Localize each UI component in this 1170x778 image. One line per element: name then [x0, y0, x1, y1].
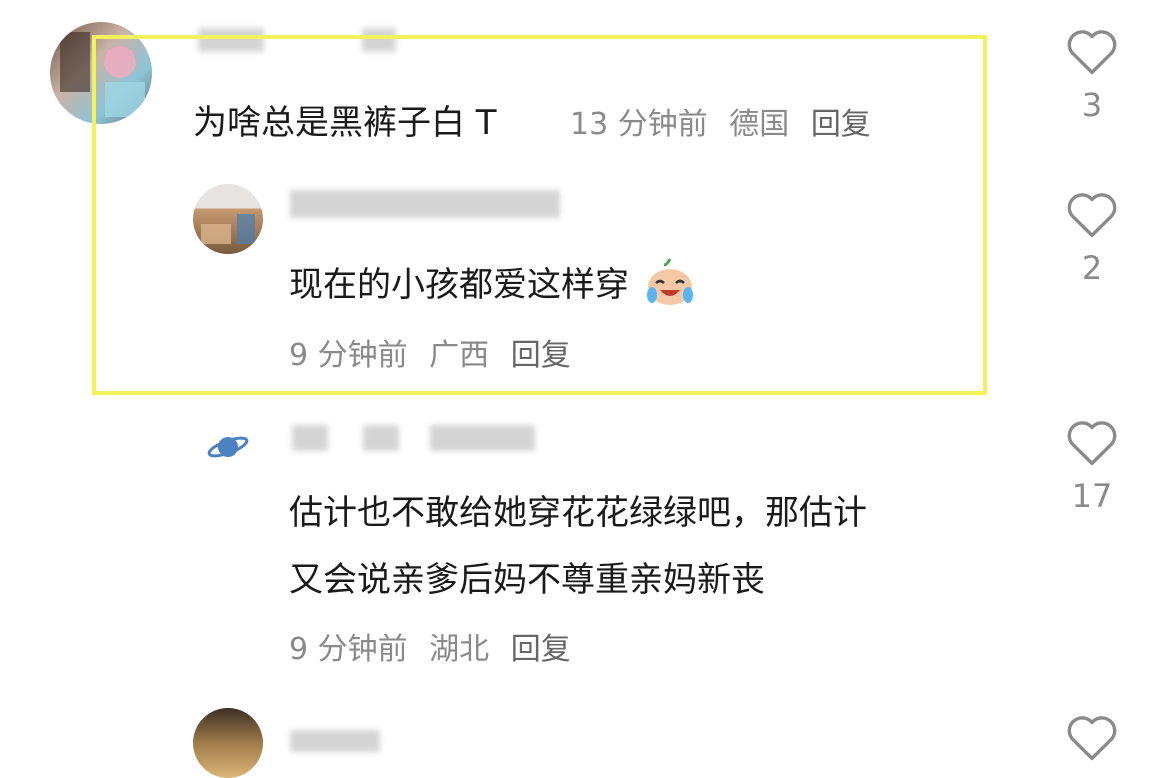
reply-button[interactable]: 回复 [511, 338, 571, 373]
heart-icon[interactable] [1065, 189, 1119, 239]
reply-button[interactable]: 回复 [811, 107, 871, 142]
heart-icon[interactable] [1065, 712, 1119, 762]
comment-time: 13 分钟前 [570, 107, 708, 142]
like-count: 2 [1081, 249, 1103, 287]
comment-location: 德国 [729, 107, 790, 142]
comment-meta: 13 分钟前 德国 回复 [570, 99, 871, 143]
like-button[interactable]: 2 [1057, 189, 1127, 287]
reply-meta: 9 分钟前 广西 回复 [289, 330, 571, 374]
username-blurred [362, 28, 396, 52]
crying-laughing-face-icon [644, 257, 696, 316]
username-blurred [363, 425, 399, 451]
username-blurred [430, 425, 535, 451]
reply-location: 广西 [429, 338, 490, 373]
heart-icon[interactable] [1065, 26, 1119, 76]
replier-avatar[interactable] [193, 412, 263, 482]
like-count: 3 [1081, 86, 1103, 124]
username-blurred[interactable] [292, 425, 328, 451]
heart-icon[interactable] [1065, 417, 1119, 467]
avatar-image [201, 214, 255, 244]
like-count: 17 [1071, 477, 1113, 515]
commenter-avatar[interactable] [50, 22, 152, 124]
reply-location: 湖北 [429, 632, 490, 667]
like-button[interactable] [1057, 712, 1127, 766]
reply-time: 9 分钟前 [289, 338, 408, 373]
replier-avatar[interactable] [193, 184, 263, 254]
like-button[interactable]: 17 [1057, 417, 1127, 515]
replier-avatar[interactable] [193, 708, 263, 778]
reply-meta: 9 分钟前 湖北 回复 [289, 624, 571, 668]
reply-text: 现在的小孩都爱这样穿 [289, 257, 696, 316]
reply-button[interactable]: 回复 [511, 632, 571, 667]
like-button[interactable]: 3 [1057, 26, 1127, 124]
username-blurred[interactable] [198, 28, 264, 52]
comment-text: 为啥总是黑裤子白 T [193, 103, 497, 143]
username-blurred[interactable] [290, 190, 560, 218]
planet-icon [207, 436, 249, 458]
reply-time: 9 分钟前 [289, 632, 408, 667]
reply-text-line-1: 估计也不敢给她穿花花绿绿吧，那估计 [289, 493, 867, 533]
reply-text-line-2: 又会说亲爹后妈不尊重亲妈新丧 [289, 560, 765, 600]
avatar-image [60, 32, 145, 117]
